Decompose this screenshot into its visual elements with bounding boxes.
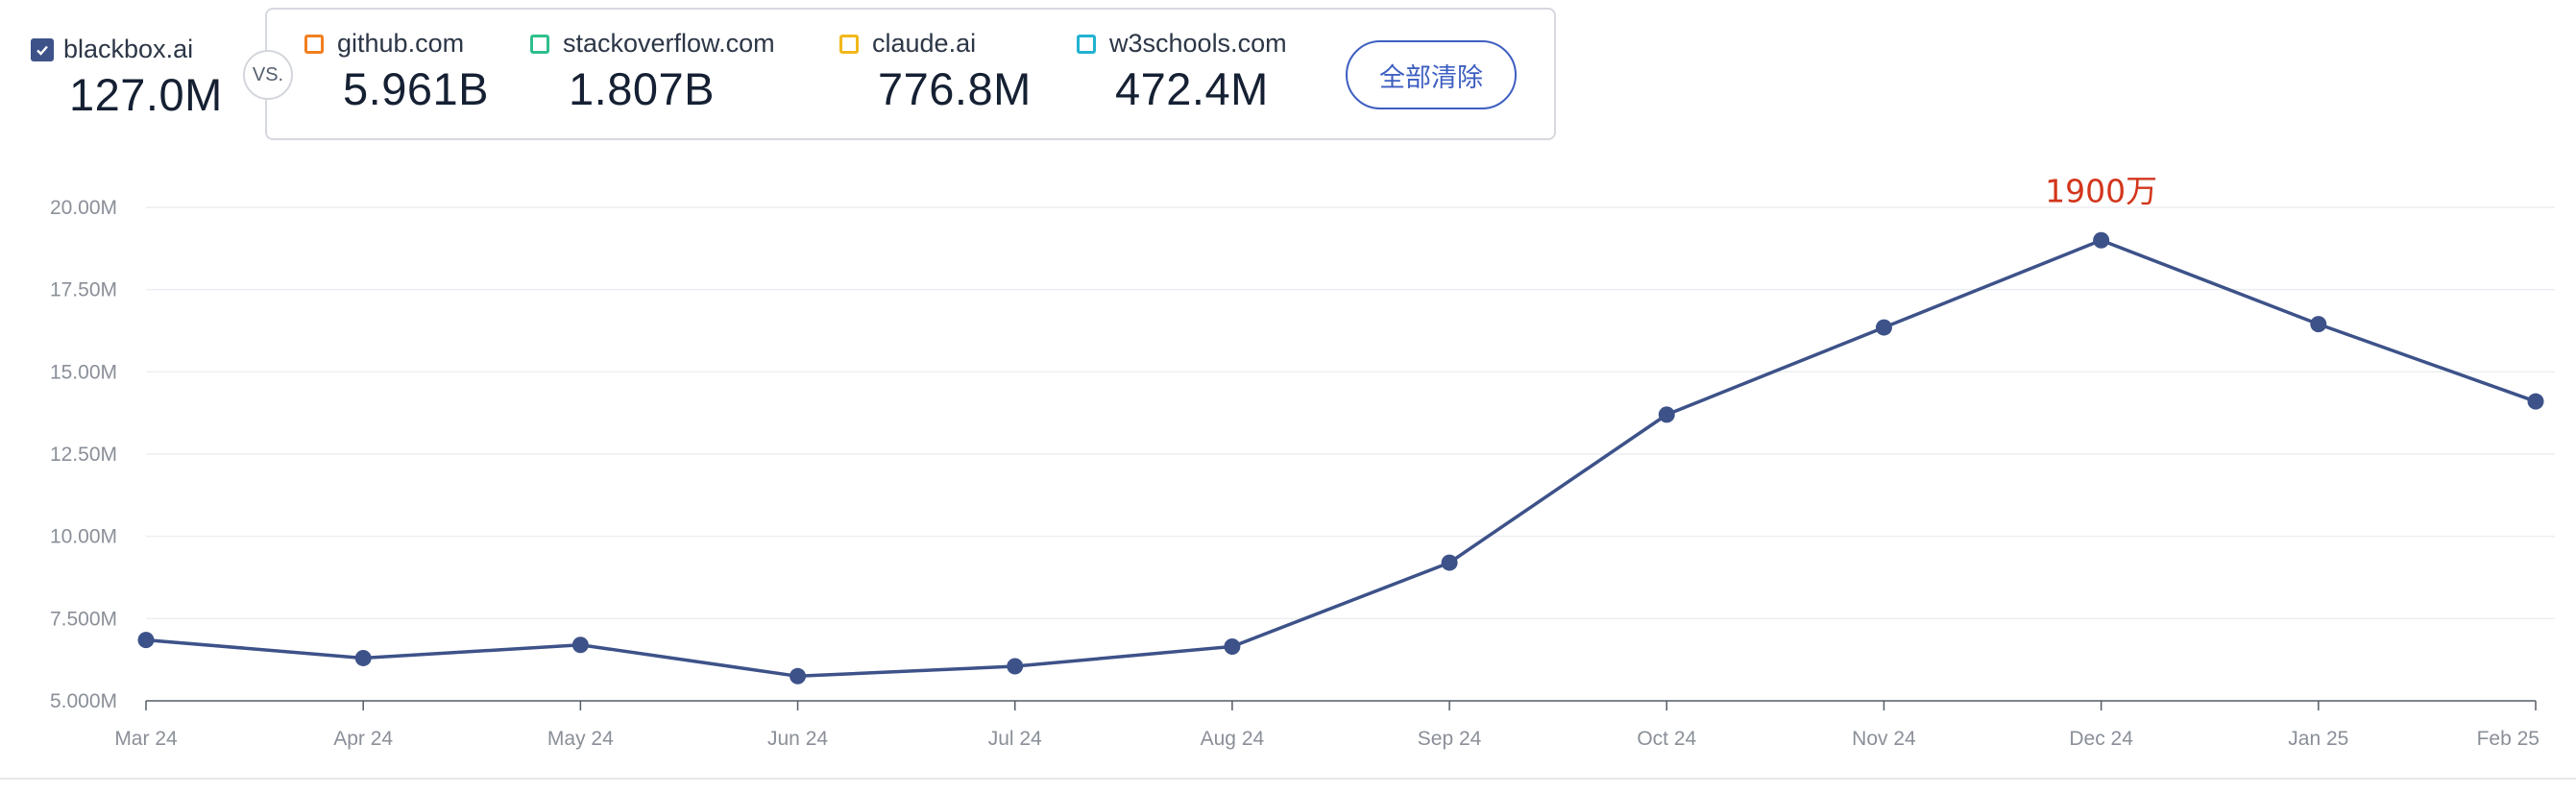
checkmark-icon [36,45,48,56]
data-point [1658,406,1675,423]
comparison-site[interactable]: w3schools.com 472.4M [1077,29,1287,115]
x-tick-label: Mar 24 [114,728,178,750]
primary-site-checkbox[interactable] [31,37,54,61]
x-tick-label: Jun 24 [767,728,828,750]
data-point [2310,316,2327,333]
y-tick-label: 7.500M [50,608,117,630]
x-tick-label: Apr 24 [333,728,393,750]
data-point [2527,393,2544,410]
comparison-site-name: w3schools.com [1109,29,1287,58]
traffic-line-chart: 5.000M 7.500M 10.00M 12.50M 15.00M 17.50M 20.0… [50,172,2555,750]
x-tick-label: Sep 24 [1418,728,1482,750]
primary-site-value: 127.0M [69,69,223,120]
comparison-site[interactable]: claude.ai 776.8M [839,29,1032,115]
x-tick-label: Aug 24 [1201,728,1265,750]
x-tick-label: Nov 24 [1852,728,1916,750]
comparison-site-name: github.com [337,29,465,58]
clear-all-button[interactable]: 全部清除 [1346,40,1517,109]
comparison-site-value: 1.807B [569,63,715,114]
comparison-site-name: stackoverflow.com [563,29,775,58]
y-tick-label: 12.50M [50,444,117,466]
data-point [137,632,155,649]
bottom-divider [0,778,2576,780]
comparison-checkbox[interactable] [304,34,324,54]
x-tick-label: May 24 [547,728,614,750]
x-tick-label: Jul 24 [988,728,1042,750]
x-tick-label: Oct 24 [1637,728,1696,750]
data-point [2093,231,2110,249]
comparison-site-name: claude.ai [872,29,977,58]
vs-badge: VS. [243,50,293,100]
data-point [571,637,589,654]
x-tick-label: Jan 25 [2288,728,2348,750]
peak-annotation: 1900万 [2045,172,2157,209]
y-tick-label: 10.00M [50,526,117,548]
data-point [1224,637,1241,655]
series-line [145,238,2537,679]
y-tick-label: 5.000M [50,690,117,712]
data-point [1875,319,1892,336]
data-point [354,649,372,666]
data-point [1007,658,1024,675]
comparison-site[interactable]: stackoverflow.com 1.807B [530,29,775,115]
primary-site-name: blackbox.ai [63,35,194,63]
y-tick-label: 17.50M [50,279,117,301]
data-point [1441,554,1458,571]
primary-site: blackbox.ai 127.0M [31,35,223,121]
comparison-checkbox[interactable] [530,34,549,54]
comparison-checkbox[interactable] [839,34,859,54]
data-point [790,667,807,685]
comparison-site[interactable]: github.com 5.961B [304,29,489,115]
x-tick-label: Dec 24 [2069,728,2133,750]
comparison-panel: github.com 5.961B stackoverflow.com 1.80… [265,8,1556,140]
comparison-site-value: 5.961B [343,63,489,114]
comparison-site-value: 776.8M [878,63,1032,114]
y-tick-label: 20.00M [50,197,117,219]
y-tick-label: 15.00M [50,361,117,383]
comparison-checkbox[interactable] [1077,34,1096,54]
comparison-site-value: 472.4M [1115,63,1269,114]
x-tick-label: Feb 25 [2477,728,2540,750]
